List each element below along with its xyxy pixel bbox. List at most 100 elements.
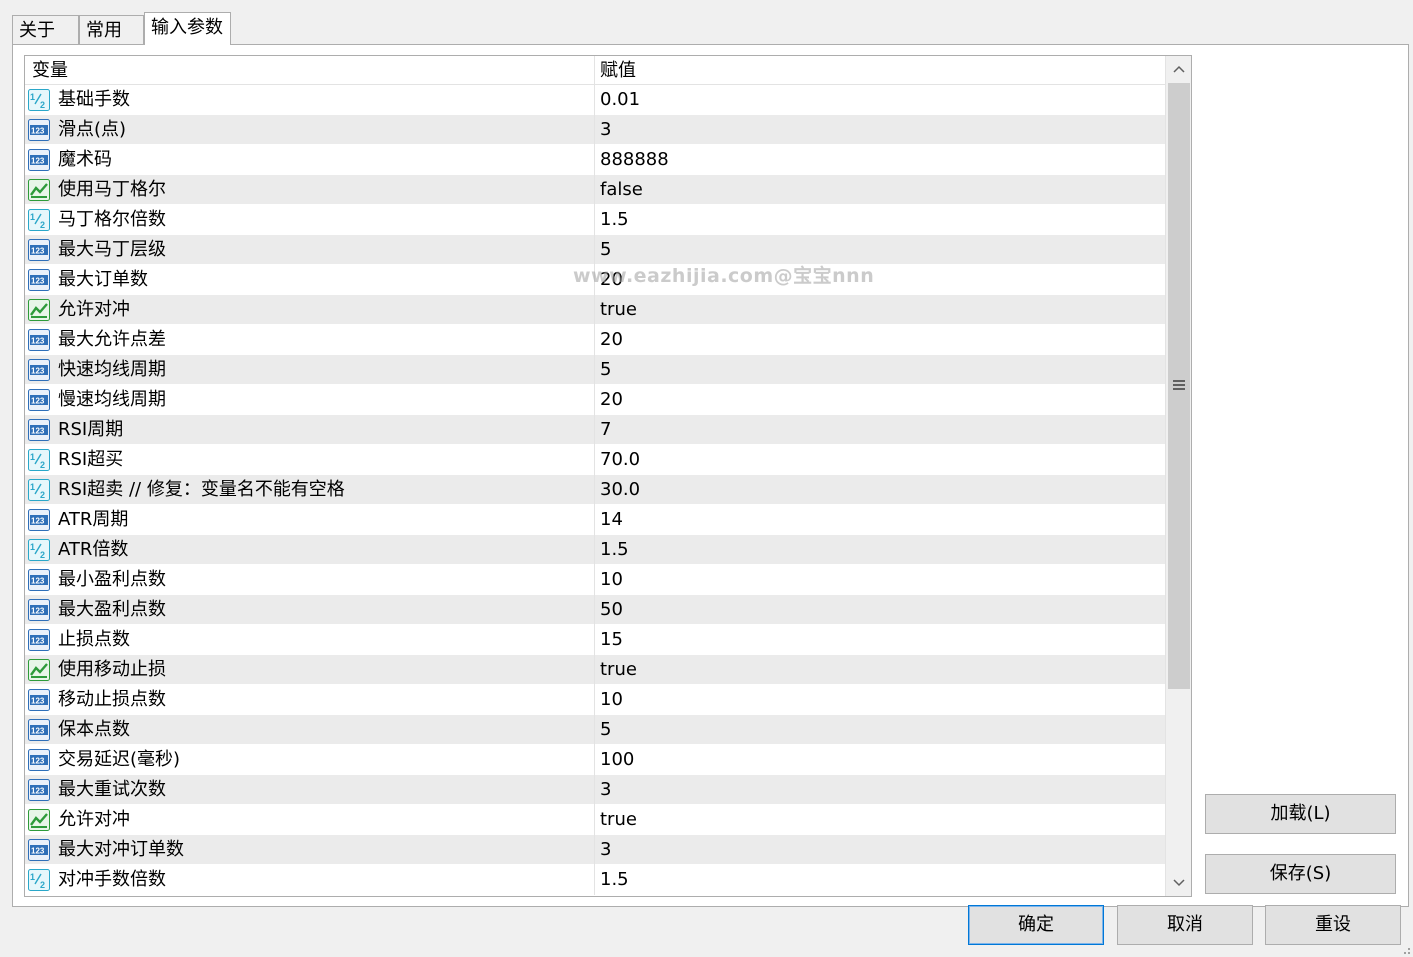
table-row[interactable]: 123 止损点数 15 [25,625,1165,655]
variable-cell[interactable]: 123 魔术码 [25,145,595,175]
table-row[interactable]: 使用移动止损 true [25,655,1165,685]
table-row[interactable]: 123 最大订单数 20 [25,265,1165,295]
scroll-up-button[interactable] [1166,56,1191,82]
variable-cell[interactable]: 123 止损点数 [25,625,595,655]
tab-inputs[interactable]: 输入参数 [144,12,231,45]
variable-cell[interactable]: 123 最大盈利点数 [25,595,595,625]
value-cell[interactable]: 5 [595,355,1165,385]
variable-cell[interactable]: 123 保本点数 [25,715,595,745]
variable-cell[interactable]: 123 ATR周期 [25,505,595,535]
scroll-down-button[interactable] [1166,870,1191,896]
table-row[interactable]: 123 最大允许点差 20 [25,325,1165,355]
column-header-variable[interactable]: 变量 [25,56,595,85]
table-row[interactable]: 123 最小盈利点数 10 [25,565,1165,595]
table-row[interactable]: 123 交易延迟(毫秒) 100 [25,745,1165,775]
value-cell[interactable]: 20 [595,325,1165,355]
table-row[interactable]: 123 RSI周期 7 [25,415,1165,445]
value-cell[interactable]: 20 [595,385,1165,415]
variable-value: 3 [600,779,612,800]
value-cell[interactable]: 888888 [595,145,1165,175]
table-row[interactable]: 允许对冲 true [25,295,1165,325]
value-cell[interactable]: 5 [595,235,1165,265]
variable-cell[interactable]: 1 2 RSI超买 [25,445,595,475]
tab-common[interactable]: 常用 [79,15,144,45]
variable-cell[interactable]: 1 2 RSI超卖 // 修复：变量名不能有空格 [25,475,595,505]
value-cell[interactable]: 100 [595,745,1165,775]
table-row[interactable]: 123 保本点数 5 [25,715,1165,745]
variable-cell[interactable]: 1 2 马丁格尔倍数 [25,205,595,235]
variable-cell[interactable]: 123 交易延迟(毫秒) [25,745,595,775]
variable-name: 基础手数 [58,89,130,110]
cancel-button[interactable]: 取消 [1117,905,1253,945]
value-cell[interactable]: true [595,805,1165,835]
table-row[interactable]: 123 最大重试次数 3 [25,775,1165,805]
value-cell[interactable]: 3 [595,115,1165,145]
table-row[interactable]: 123 ATR周期 14 [25,505,1165,535]
variable-cell[interactable]: 123 慢速均线周期 [25,385,595,415]
tab-about[interactable]: 关于 [12,15,79,45]
variable-cell[interactable]: 1 2 基础手数 [25,85,595,115]
value-cell[interactable]: 3 [595,835,1165,865]
variable-cell[interactable]: 123 最大重试次数 [25,775,595,805]
table-row[interactable]: 123 滑点(点) 3 [25,115,1165,145]
value-cell[interactable]: 50 [595,595,1165,625]
table-row[interactable]: 123 最大对冲订单数 3 [25,835,1165,865]
value-cell[interactable]: 10 [595,685,1165,715]
variable-cell[interactable]: 123 滑点(点) [25,115,595,145]
table-row[interactable]: 1 2 ATR倍数 1.5 [25,535,1165,565]
scroll-thumb[interactable] [1168,83,1190,689]
variable-cell[interactable]: 123 最大允许点差 [25,325,595,355]
value-cell[interactable]: 0.01 [595,85,1165,115]
table-row[interactable]: 1 2 基础手数 0.01 [25,85,1165,115]
value-cell[interactable]: 30.0 [595,475,1165,505]
value-cell[interactable]: 5 [595,715,1165,745]
value-cell[interactable]: 7 [595,415,1165,445]
table-row[interactable]: 1 2 RSI超卖 // 修复：变量名不能有空格 30.0 [25,475,1165,505]
variable-cell[interactable]: 1 2 ATR倍数 [25,535,595,565]
table-row[interactable]: 允许对冲 true [25,805,1165,835]
variable-cell[interactable]: 123 移动止损点数 [25,685,595,715]
value-cell[interactable]: 3 [595,775,1165,805]
variable-cell[interactable]: 123 最小盈利点数 [25,565,595,595]
variable-cell[interactable]: 123 最大对冲订单数 [25,835,595,865]
variable-cell[interactable]: 1 2 对冲手数倍数 [25,865,595,895]
table-row[interactable]: 1 2 对冲手数倍数 1.5 [25,865,1165,895]
value-cell[interactable]: 20 [595,265,1165,295]
table-row[interactable]: 123 最大盈利点数 50 [25,595,1165,625]
value-cell[interactable]: 1.5 [595,865,1165,895]
variable-cell[interactable]: 使用马丁格尔 [25,175,595,205]
variable-value: 7 [600,419,612,440]
value-cell[interactable]: 15 [595,625,1165,655]
table-row[interactable]: 123 快速均线周期 5 [25,355,1165,385]
variable-cell[interactable]: 123 最大马丁层级 [25,235,595,265]
vertical-scrollbar[interactable] [1165,56,1191,896]
variable-name: 使用移动止损 [58,659,166,680]
value-cell[interactable]: 1.5 [595,205,1165,235]
reset-button[interactable]: 重设 [1265,905,1401,945]
ok-button[interactable]: 确定 [968,905,1104,945]
variable-cell[interactable]: 123 快速均线周期 [25,355,595,385]
table-row[interactable]: 123 最大马丁层级 5 [25,235,1165,265]
table-row[interactable]: 1 2 马丁格尔倍数 1.5 [25,205,1165,235]
save-button[interactable]: 保存(S) [1205,854,1396,894]
value-cell[interactable]: true [595,295,1165,325]
table-row[interactable]: 123 移动止损点数 10 [25,685,1165,715]
variable-cell[interactable]: 123 最大订单数 [25,265,595,295]
table-row[interactable]: 1 2 RSI超买 70.0 [25,445,1165,475]
value-cell[interactable]: false [595,175,1165,205]
load-button[interactable]: 加载(L) [1205,794,1396,834]
table-row[interactable]: 123 魔术码 888888 [25,145,1165,175]
column-header-value[interactable]: 赋值 [595,56,1165,85]
variable-cell[interactable]: 允许对冲 [25,295,595,325]
table-row[interactable]: 使用马丁格尔 false [25,175,1165,205]
value-cell[interactable]: 10 [595,565,1165,595]
value-cell[interactable]: 70.0 [595,445,1165,475]
resize-grip-icon[interactable] [1401,945,1411,955]
variable-cell[interactable]: 使用移动止损 [25,655,595,685]
variable-cell[interactable]: 允许对冲 [25,805,595,835]
value-cell[interactable]: 1.5 [595,535,1165,565]
value-cell[interactable]: 14 [595,505,1165,535]
variable-cell[interactable]: 123 RSI周期 [25,415,595,445]
value-cell[interactable]: true [595,655,1165,685]
table-row[interactable]: 123 慢速均线周期 20 [25,385,1165,415]
